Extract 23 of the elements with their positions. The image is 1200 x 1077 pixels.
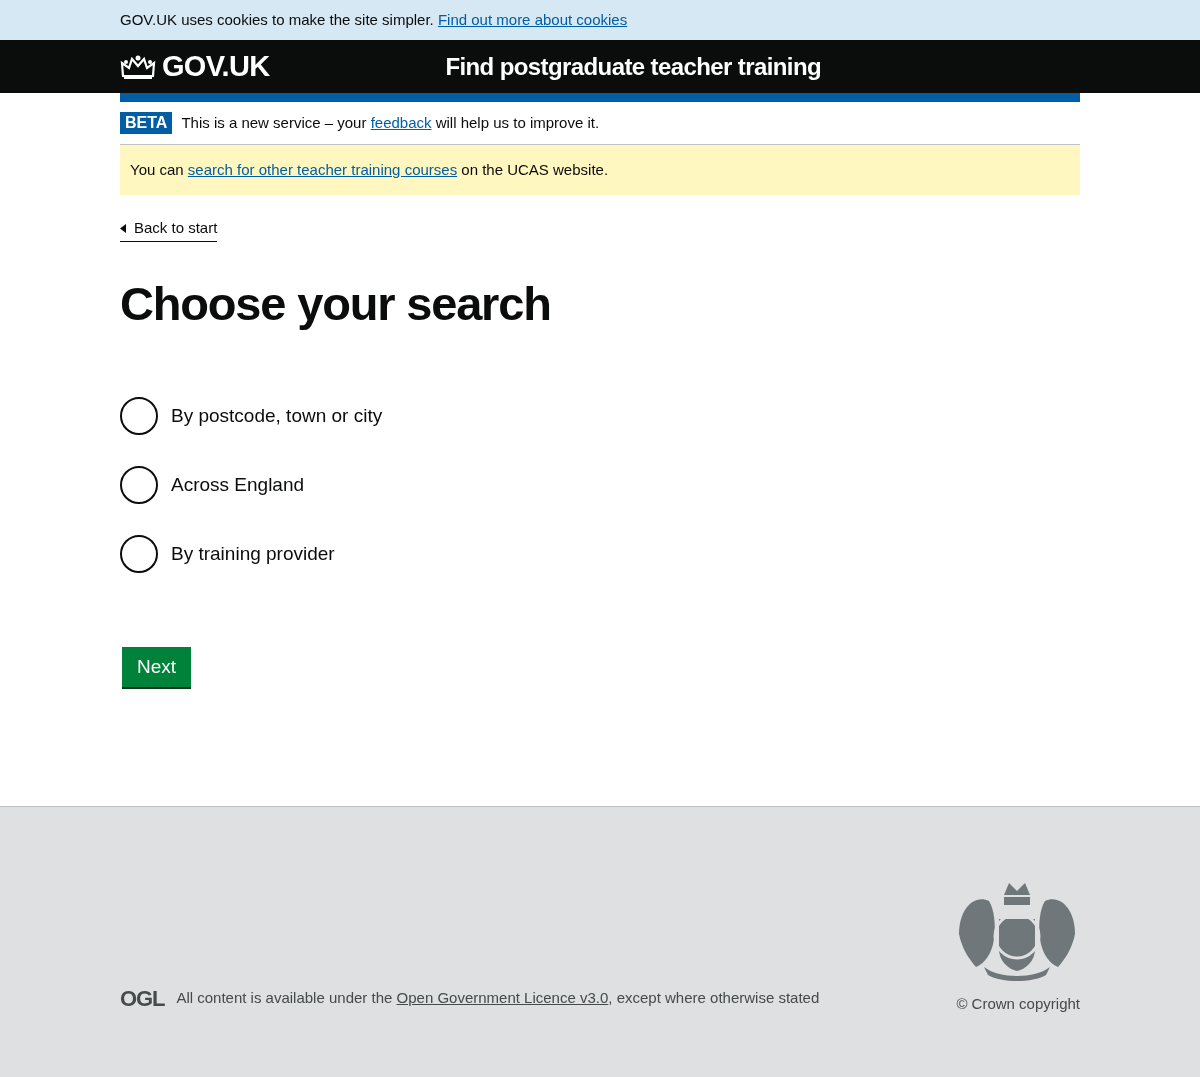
radio-option[interactable]: Across England: [120, 466, 1080, 505]
service-name[interactable]: Find postgraduate teacher training: [445, 48, 822, 85]
cookie-link[interactable]: Find out more about cookies: [437, 10, 628, 28]
phase-banner-text: This is a new service – your feedback will help us to improve it.: [181, 112, 600, 133]
back-link[interactable]: Back to start: [120, 217, 218, 242]
radio-option[interactable]: By postcode, town or city: [120, 397, 1080, 436]
radio-button[interactable]: [120, 397, 158, 436]
govuk-logo-text[interactable]: GOV.UK: [162, 44, 270, 89]
radio-option[interactable]: By training provider: [120, 535, 1080, 574]
cookie-message: GOV.UK uses cookies to make the site simpler. Find out more about cookies: [120, 9, 628, 30]
radio-button[interactable]: [120, 535, 158, 574]
radio-button[interactable]: [120, 466, 158, 505]
ucas-search-link[interactable]: search for other teacher training courses: [187, 160, 458, 178]
back-arrow-icon: [120, 223, 126, 233]
phase-tag: BETA: [120, 112, 173, 134]
page-heading: Choose your search: [120, 277, 552, 330]
ogl-logo: OGL: [120, 985, 165, 1013]
notice-text: You can search for other teacher training courses on the UCAS website.: [130, 159, 609, 180]
copyright-text: © Crown copyright: [956, 993, 1080, 1014]
crown-icon: [120, 53, 156, 80]
feedback-link[interactable]: feedback: [370, 113, 432, 131]
licence-text: All content is available under the Open Government Licence v3.0, except where otherwise stated: [176, 988, 820, 1009]
next-button[interactable]: Next: [122, 647, 192, 688]
